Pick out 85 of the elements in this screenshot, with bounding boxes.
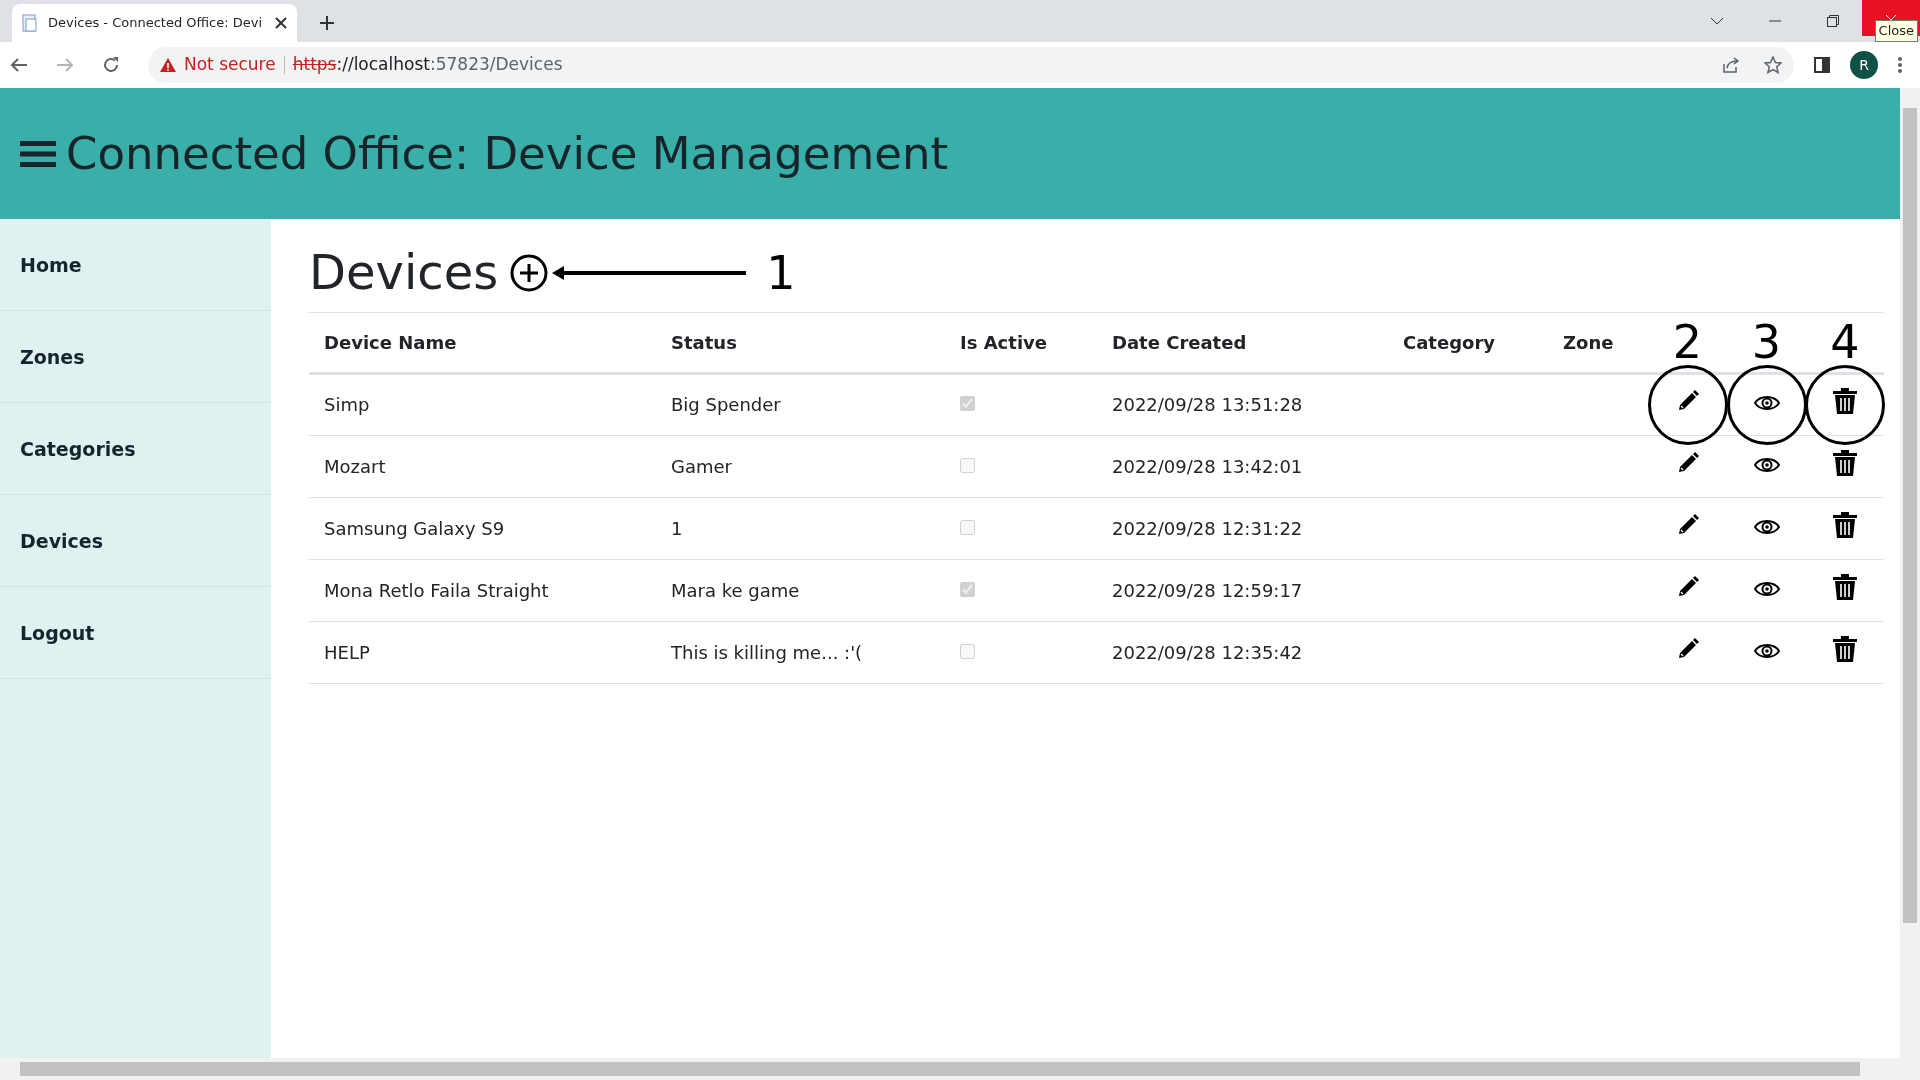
sidebar-link[interactable]: Devices bbox=[0, 495, 271, 587]
column-header: Device Name bbox=[324, 331, 457, 353]
more-icon[interactable] bbox=[1898, 57, 1902, 73]
table-cell: 2022/09/28 13:51:28 bbox=[1112, 394, 1303, 415]
edit-button[interactable] bbox=[1676, 451, 1699, 474]
app-title: Connected Office: Device Management bbox=[66, 126, 949, 181]
table-cell: 1 bbox=[671, 517, 683, 539]
pencil-icon bbox=[1676, 575, 1699, 598]
column-header: Date Created bbox=[1112, 331, 1247, 353]
column-header: Is Active bbox=[960, 331, 1047, 353]
browser-tab[interactable]: Devices - Connected Office: Devi bbox=[12, 4, 297, 42]
eye-icon bbox=[1753, 642, 1780, 659]
trash-icon bbox=[1833, 511, 1857, 538]
eye-icon bbox=[1753, 518, 1780, 535]
annotation-number: 1 bbox=[766, 249, 796, 296]
view-button[interactable] bbox=[1753, 456, 1780, 473]
table-cell: 2022/09/28 12:35:42 bbox=[1112, 641, 1303, 663]
table-cell: Gamer bbox=[671, 455, 732, 477]
annotation-number: 4 bbox=[1830, 315, 1860, 370]
delete-button[interactable] bbox=[1833, 449, 1857, 476]
restore-icon[interactable] bbox=[1827, 15, 1839, 27]
table-cell: Mara ke game bbox=[671, 579, 800, 601]
share-icon[interactable] bbox=[1722, 56, 1740, 74]
table-cell: 2022/09/28 12:59:17 bbox=[1112, 579, 1303, 601]
column-header: Status bbox=[671, 331, 737, 353]
table-cell: HELP bbox=[324, 641, 370, 663]
column-header: Zone bbox=[1563, 331, 1614, 353]
sidebar-link[interactable]: Logout bbox=[0, 587, 271, 679]
edit-button[interactable] bbox=[1676, 637, 1699, 660]
back-icon[interactable] bbox=[10, 57, 28, 73]
trash-icon bbox=[1833, 388, 1857, 414]
edit-button[interactable] bbox=[1676, 575, 1699, 598]
trash-icon bbox=[1833, 573, 1857, 600]
tab-title: Devices - Connected Office: Devi bbox=[48, 14, 264, 33]
url-text: https://localhost:57823/Devices bbox=[292, 53, 563, 77]
table-cell: 2022/09/28 12:31:22 bbox=[1112, 517, 1303, 539]
pencil-icon bbox=[1676, 513, 1699, 536]
profile-avatar[interactable]: R bbox=[1850, 51, 1878, 79]
address-bar[interactable]: Not secure https://localhost:57823/Devices bbox=[148, 47, 1794, 83]
view-button[interactable] bbox=[1753, 642, 1780, 659]
scrollbar[interactable] bbox=[1903, 108, 1917, 923]
eye-icon bbox=[1753, 395, 1780, 411]
edit-button[interactable] bbox=[1676, 513, 1699, 536]
table-cell: Simp bbox=[324, 394, 370, 415]
table-cell: Mona Retlo Faila Straight bbox=[324, 579, 549, 601]
plus-circle-icon bbox=[510, 253, 549, 292]
scrollbar[interactable] bbox=[20, 1062, 1860, 1076]
sidebar-link[interactable]: Home bbox=[0, 219, 271, 311]
sidebar-link[interactable]: Zones bbox=[0, 311, 271, 403]
annotation-number: 3 bbox=[1751, 315, 1782, 370]
delete-button[interactable] bbox=[1833, 511, 1857, 538]
side-panel-icon[interactable] bbox=[1814, 57, 1830, 73]
trash-icon bbox=[1833, 635, 1857, 662]
column-header: Category bbox=[1403, 331, 1496, 353]
star-icon[interactable] bbox=[1764, 56, 1782, 74]
view-button[interactable] bbox=[1753, 518, 1780, 535]
table-cell: Mozart bbox=[324, 455, 386, 477]
add-button[interactable] bbox=[510, 253, 549, 292]
delete-button[interactable] bbox=[1833, 635, 1857, 662]
delete-button[interactable] bbox=[1833, 388, 1857, 414]
eye-icon bbox=[1753, 580, 1780, 597]
view-button[interactable] bbox=[1753, 395, 1780, 411]
chevron-down-icon[interactable] bbox=[1710, 17, 1724, 25]
document-icon bbox=[22, 14, 38, 32]
pencil-icon bbox=[1676, 637, 1699, 660]
security-warning: Not secure bbox=[184, 53, 276, 77]
view-button[interactable] bbox=[1753, 580, 1780, 597]
menu-icon[interactable] bbox=[20, 140, 56, 167]
annotation-number: 2 bbox=[1672, 315, 1703, 370]
pencil-icon bbox=[1676, 451, 1699, 474]
trash-icon bbox=[1833, 449, 1857, 476]
eye-icon bbox=[1753, 456, 1780, 473]
table-cell: This is killing me... :'( bbox=[671, 641, 863, 663]
delete-button[interactable] bbox=[1833, 573, 1857, 600]
pencil-icon bbox=[1676, 390, 1699, 412]
table-cell: 2022/09/28 13:42:01 bbox=[1112, 455, 1303, 477]
new-tab-icon[interactable] bbox=[319, 15, 335, 31]
warning-icon bbox=[160, 58, 176, 72]
tooltip: Close bbox=[1874, 20, 1918, 42]
edit-button[interactable] bbox=[1676, 390, 1699, 412]
page-heading: Devices bbox=[309, 243, 499, 302]
reload-icon[interactable] bbox=[102, 56, 120, 74]
table-cell: Samsung Galaxy S9 bbox=[324, 517, 505, 539]
table-cell: Big Spender bbox=[671, 394, 781, 415]
sidebar-link[interactable]: Categories bbox=[0, 403, 271, 495]
